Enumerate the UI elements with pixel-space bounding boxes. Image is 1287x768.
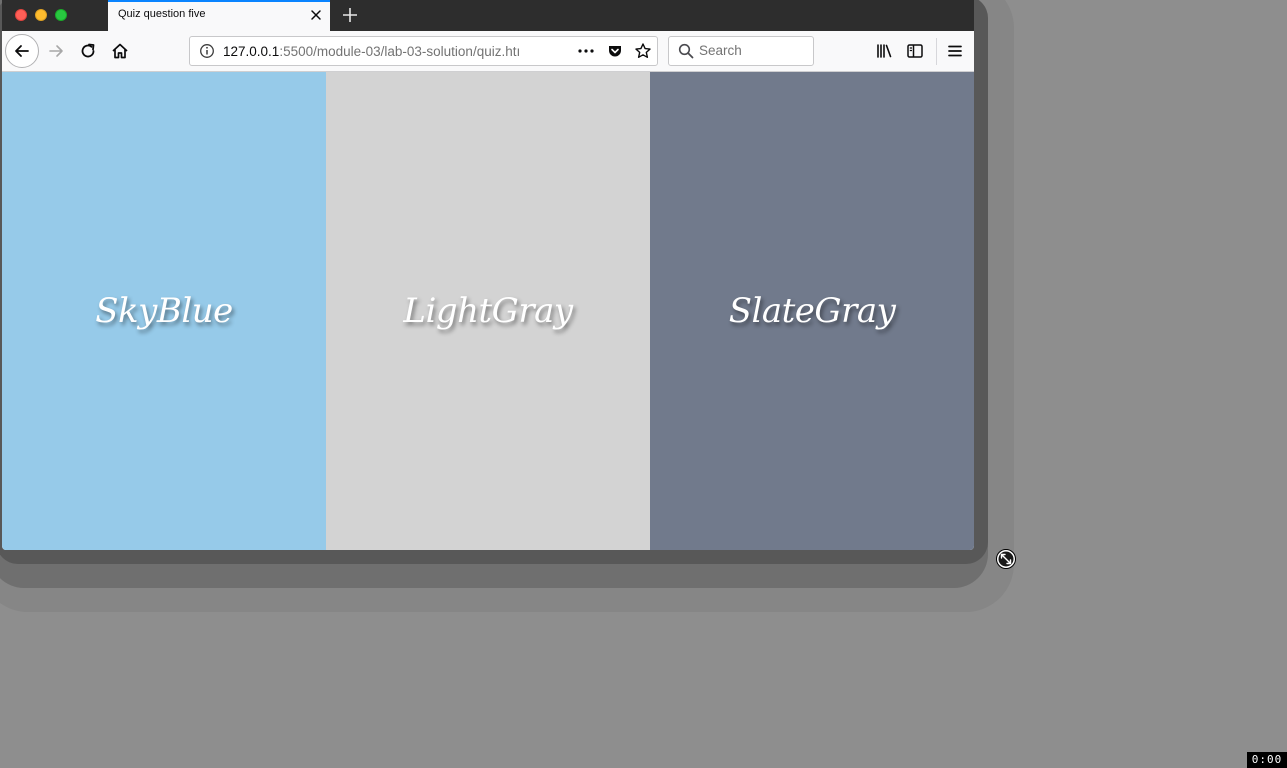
page-content: SkyBlue LightGray SlateGray xyxy=(2,72,974,550)
arrow-right-icon xyxy=(49,45,63,57)
info-icon[interactable] xyxy=(199,43,215,59)
url-bar[interactable]: 127.0.0.1:5500/module-03/lab-03-solution… xyxy=(189,36,658,66)
url-path: :5500/module-03/lab-03-solution/quiz.htı xyxy=(279,44,521,59)
reload-icon xyxy=(81,43,95,58)
star-icon[interactable] xyxy=(634,42,652,60)
search-input[interactable] xyxy=(699,43,807,58)
resize-cursor-icon xyxy=(996,549,1016,569)
url-host: 127.0.0.1 xyxy=(223,44,280,59)
sidebar-button[interactable] xyxy=(899,35,931,67)
menu-button[interactable] xyxy=(939,35,971,67)
tab-strip: Quiz question five xyxy=(2,0,974,31)
tab-active[interactable]: Quiz question five xyxy=(108,0,330,31)
color-swatch-slategray[interactable]: SlateGray xyxy=(650,72,974,550)
window-close-button[interactable] xyxy=(15,9,27,21)
forward-button[interactable] xyxy=(40,35,72,67)
color-swatch-lightgray[interactable]: LightGray xyxy=(326,72,650,550)
navigation-toolbar: 127.0.0.1:5500/module-03/lab-03-solution… xyxy=(2,31,974,72)
swatch-label: SkyBlue xyxy=(95,291,233,331)
ellipsis-icon[interactable] xyxy=(577,43,595,59)
url-text: 127.0.0.1:5500/module-03/lab-03-solution… xyxy=(223,44,545,59)
recording-timecode: 0:00 xyxy=(1247,752,1287,768)
hamburger-menu-icon xyxy=(948,45,962,57)
toolbar-divider xyxy=(936,38,937,65)
swatch-label: LightGray xyxy=(403,291,573,331)
window-maximize-button[interactable] xyxy=(55,9,67,21)
search-bar[interactable] xyxy=(668,36,814,66)
library-icon xyxy=(877,44,892,58)
window-minimize-button[interactable] xyxy=(35,9,47,21)
tab-title: Quiz question five xyxy=(118,8,206,20)
color-swatch-skyblue[interactable]: SkyBlue xyxy=(2,72,326,550)
browser-window: Quiz question five 127.0.0.1:5500/module… xyxy=(2,0,974,550)
home-icon xyxy=(112,43,128,59)
sidebar-icon xyxy=(907,44,923,58)
plus-icon[interactable] xyxy=(340,5,360,25)
close-icon[interactable] xyxy=(308,7,324,23)
home-button[interactable] xyxy=(104,35,136,67)
library-button[interactable] xyxy=(868,35,900,67)
search-icon xyxy=(678,43,694,59)
swatch-label: SlateGray xyxy=(728,291,896,331)
pocket-icon[interactable] xyxy=(607,43,623,59)
desktop: Quiz question five 127.0.0.1:5500/module… xyxy=(0,0,1287,768)
arrow-left-icon xyxy=(15,45,29,57)
reload-button[interactable] xyxy=(72,35,104,67)
back-button[interactable] xyxy=(5,34,39,68)
